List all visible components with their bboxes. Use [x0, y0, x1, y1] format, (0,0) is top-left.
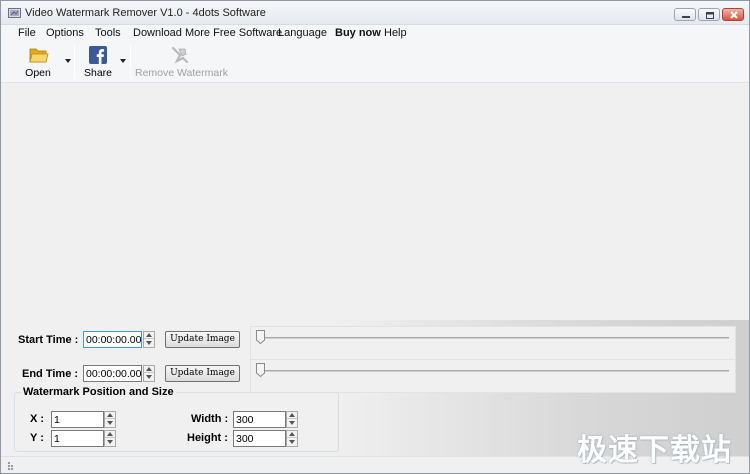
share-button[interactable]: Share	[81, 43, 115, 83]
share-dropdown-icon[interactable]	[120, 59, 126, 63]
spin-up-button[interactable]	[287, 412, 297, 419]
slider-thumb[interactable]	[256, 330, 265, 344]
start-time-label: Start Time :	[18, 334, 79, 346]
arrow-up-icon	[146, 367, 152, 371]
toolbar-separator	[74, 45, 75, 79]
open-dropdown-icon[interactable]	[65, 59, 71, 63]
width-input[interactable]: 300	[233, 411, 286, 428]
height-label: Height :	[187, 432, 228, 444]
arrow-down-icon	[107, 440, 113, 444]
spin-down-button[interactable]	[144, 339, 154, 346]
window-title: Video Watermark Remover V1.0 - 4dots Sof…	[25, 7, 266, 19]
x-input[interactable]: 1	[51, 411, 104, 428]
app-icon	[8, 8, 21, 18]
menu-buy-now[interactable]: Buy now	[335, 27, 381, 39]
x-label: X :	[30, 413, 45, 425]
title-bar: Video Watermark Remover V1.0 - 4dots Sof…	[1, 1, 749, 25]
app-window: Video Watermark Remover V1.0 - 4dots Sof…	[0, 0, 750, 474]
open-button[interactable]: Open	[15, 43, 61, 83]
toolbar: Open Share Remove Watermark	[1, 43, 749, 83]
spin-up-button[interactable]	[287, 431, 297, 438]
video-preview-area	[1, 84, 749, 320]
menu-tools[interactable]: Tools	[95, 27, 121, 39]
update-image-button-end[interactable]: Update Image	[165, 365, 240, 382]
y-label: Y :	[30, 432, 44, 444]
width-spinner[interactable]	[286, 411, 298, 428]
site-watermark: 极速下载站	[577, 433, 732, 468]
arrow-up-icon	[107, 413, 113, 417]
menu-bar: File Options Tools Download More Free So…	[1, 25, 749, 43]
y-spinner[interactable]	[104, 430, 116, 447]
slider-track	[260, 337, 729, 339]
arrow-down-icon	[146, 341, 152, 345]
arrow-down-icon	[107, 421, 113, 425]
spin-down-button[interactable]	[144, 373, 154, 380]
height-input[interactable]: 300	[233, 430, 286, 447]
end-time-label: End Time :	[22, 368, 79, 380]
menu-help[interactable]: Help	[384, 27, 407, 39]
start-time-spinner[interactable]	[143, 331, 155, 348]
slider-thumb[interactable]	[256, 363, 265, 377]
remove-watermark-button[interactable]: Remove Watermark	[135, 43, 228, 83]
remove-watermark-label: Remove Watermark	[135, 67, 228, 79]
menu-download-more[interactable]: Download More Free Software	[133, 27, 282, 39]
folder-icon	[29, 48, 49, 63]
update-image-button-start[interactable]: Update Image	[165, 331, 240, 348]
close-button[interactable]	[722, 8, 744, 21]
toolbar-separator	[130, 45, 131, 79]
spin-up-button[interactable]	[144, 366, 154, 373]
maximize-button[interactable]	[698, 8, 720, 21]
x-spinner[interactable]	[104, 411, 116, 428]
width-label: Width :	[191, 413, 229, 425]
share-label: Share	[83, 67, 113, 79]
spin-up-button[interactable]	[105, 412, 115, 419]
menu-language[interactable]: Language	[278, 27, 327, 39]
maximize-icon	[706, 12, 714, 19]
spin-up-button[interactable]	[144, 332, 154, 339]
spin-down-button[interactable]	[287, 438, 297, 445]
height-spinner[interactable]	[286, 430, 298, 447]
resize-grip-icon[interactable]	[7, 461, 15, 471]
spin-up-button[interactable]	[105, 431, 115, 438]
start-time-input[interactable]: 00:00:00.00	[83, 331, 142, 348]
arrow-up-icon	[289, 413, 295, 417]
group-title: Watermark Position and Size	[21, 386, 176, 398]
y-input[interactable]: 1	[51, 430, 104, 447]
spin-down-button[interactable]	[105, 438, 115, 445]
watermark-position-group: Watermark Position and Size X : 1 Y : 1	[14, 386, 339, 452]
facebook-icon	[89, 46, 107, 64]
slider-track	[260, 370, 729, 372]
arrow-down-icon	[289, 440, 295, 444]
start-time-slider[interactable]	[250, 326, 736, 360]
arrow-down-icon	[289, 421, 295, 425]
arrow-down-icon	[146, 375, 152, 379]
open-label: Open	[25, 67, 51, 79]
minimize-button[interactable]	[674, 8, 696, 21]
menu-file[interactable]: File	[18, 27, 36, 39]
spin-down-button[interactable]	[287, 419, 297, 426]
minimize-icon	[682, 16, 690, 18]
spin-down-button[interactable]	[105, 419, 115, 426]
menu-options[interactable]: Options	[46, 27, 84, 39]
end-time-spinner[interactable]	[143, 365, 155, 382]
arrow-up-icon	[289, 432, 295, 436]
end-time-input[interactable]: 00:00:00.00	[83, 365, 142, 382]
arrow-up-icon	[107, 432, 113, 436]
arrow-up-icon	[146, 333, 152, 337]
end-time-slider[interactable]	[250, 359, 736, 393]
remove-watermark-icon	[171, 46, 189, 64]
close-icon	[730, 11, 738, 19]
